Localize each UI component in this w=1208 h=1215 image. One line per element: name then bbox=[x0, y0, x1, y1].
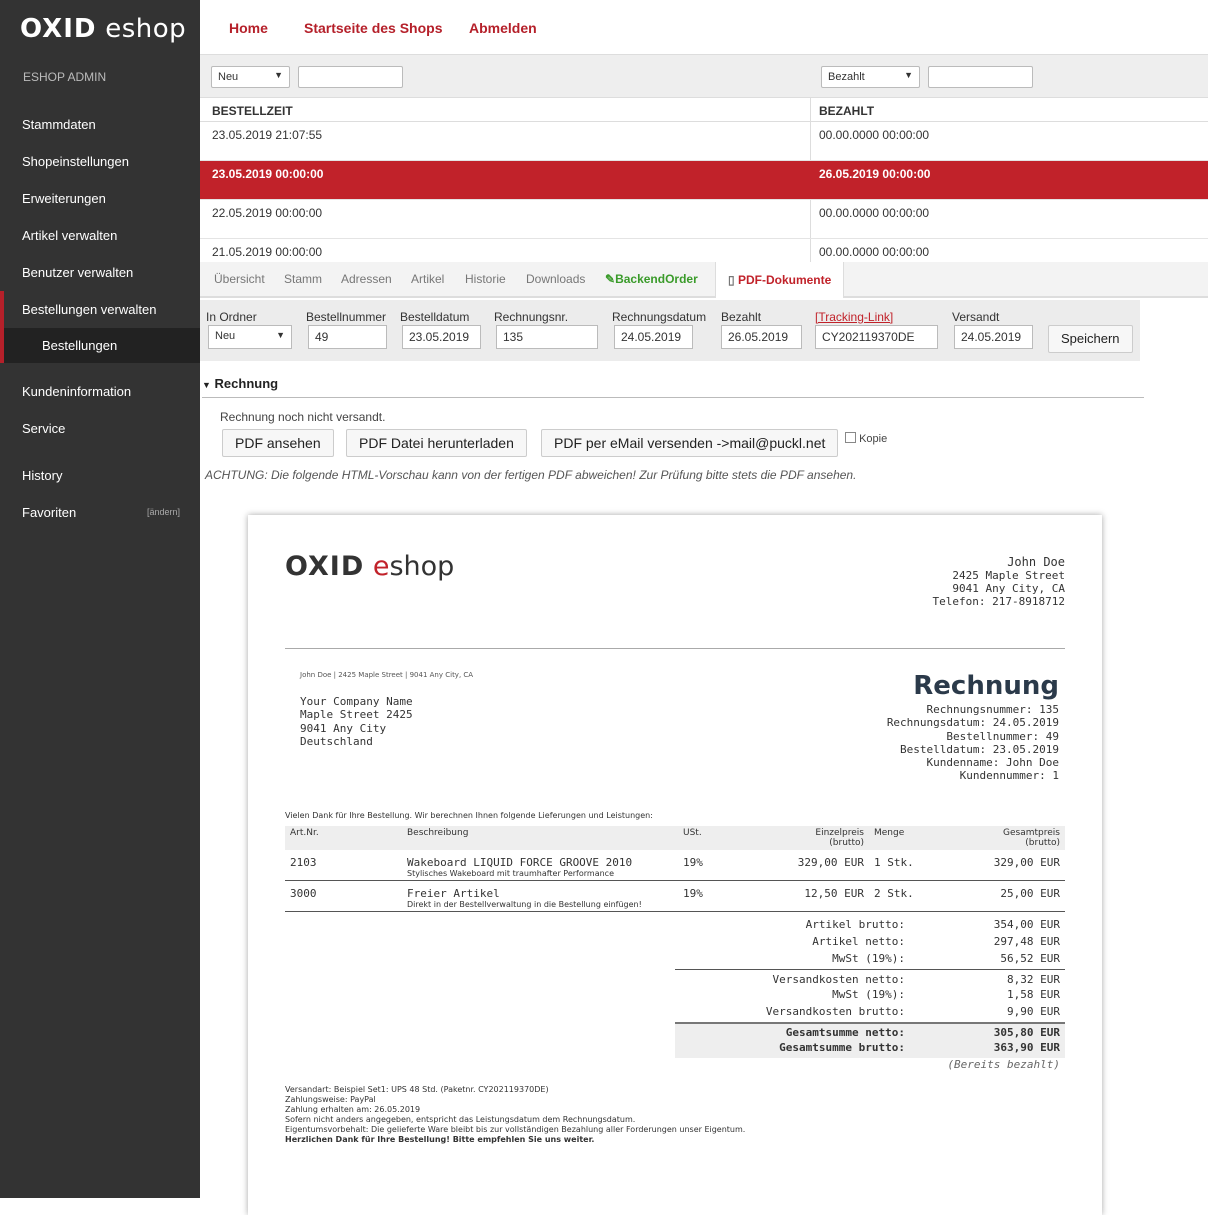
nav-abmelden-link[interactable]: Abmelden bbox=[469, 20, 537, 36]
invoice-totals: Artikel brutto: 354,00 EUR Artikel netto:… bbox=[675, 918, 1065, 1075]
favoriten-label: Favoriten bbox=[22, 505, 77, 520]
sidebar-subitem-bestellungen[interactable]: Bestellungen bbox=[0, 328, 200, 363]
email-pdf-button[interactable]: PDF per eMail versenden ->mail@puckl.net bbox=[541, 429, 839, 457]
invoicedate-field[interactable]: 24.05.2019 bbox=[614, 325, 693, 349]
preview-warning: ACHTUNG: Die folgende HTML-Vorschau kann… bbox=[205, 468, 857, 482]
ordernr-field[interactable]: 49 bbox=[308, 325, 387, 349]
header-divider bbox=[285, 648, 1065, 649]
tab-backendorder[interactable]: ✎BackendOrder bbox=[605, 272, 698, 286]
tab-downloads[interactable]: Downloads bbox=[526, 272, 585, 286]
table-row-selected[interactable]: 23.05.2019 00:00:00 26.05.2019 00:00:00 bbox=[200, 161, 1208, 200]
tab-artikel[interactable]: Artikel bbox=[411, 272, 444, 286]
table-row[interactable]: 21.05.2019 00:00:00 00.00.0000 00:00:00 bbox=[200, 239, 1208, 263]
invoicenr-label: Rechnungsnr. bbox=[494, 310, 569, 324]
invoice-intro: Vielen Dank für Ihre Bestellung. Wir ber… bbox=[285, 811, 653, 820]
tracking-field[interactable]: CY202119370DE bbox=[815, 325, 938, 349]
copy-label: Kopie bbox=[859, 433, 888, 445]
tab-adressen[interactable]: Adressen bbox=[341, 272, 392, 286]
table-row: 3000 Freier Artikel Direkt in der Bestell… bbox=[285, 880, 1065, 912]
th-vat: USt. bbox=[678, 826, 753, 850]
checkbox-icon[interactable] bbox=[845, 432, 856, 443]
invoicenr-field[interactable]: 135 bbox=[496, 325, 598, 349]
order-list: Neu ▼ Bezahlt ▼ BESTELLZEIT BEZAHLT 23.05.… bbox=[200, 55, 1208, 263]
chevron-down-icon: ▼ bbox=[276, 330, 285, 340]
sender-address: John Doe 2425 Maple Street 9041 Any City… bbox=[932, 555, 1065, 608]
tab-stamm[interactable]: Stamm bbox=[284, 272, 322, 286]
table-row: 2103 Wakeboard LIQUID FORCE GROOVE 2010 S… bbox=[285, 850, 1065, 881]
table-row[interactable]: 22.05.2019 00:00:00 00.00.0000 00:00:00 bbox=[200, 200, 1208, 239]
caret-down-icon: ▼ bbox=[202, 380, 211, 390]
paid-filter-input[interactable] bbox=[928, 66, 1033, 88]
orderdate-label: Bestelldatum bbox=[400, 310, 470, 324]
tab-historie[interactable]: Historie bbox=[465, 272, 506, 286]
invoice-footer: Versandart: Beispiel Set1: UPS 48 Std. (… bbox=[285, 1085, 746, 1144]
copy-checkbox[interactable]: Kopie bbox=[845, 432, 887, 445]
rechnung-section-header[interactable]: ▼ Rechnung bbox=[202, 376, 1144, 398]
invoice-meta: Rechnungsnummer: 135 Rechnungsdatum: 24.… bbox=[886, 703, 1059, 783]
sidebar-item-favoriten[interactable]: Favoriten [ändern] bbox=[0, 494, 200, 531]
sidebar-item-history[interactable]: History bbox=[0, 457, 200, 494]
sidebar: OXID eshop ESHOP ADMIN Stammdaten Shopei… bbox=[0, 0, 200, 1198]
paid-filter-select[interactable]: Bezahlt ▼ bbox=[821, 66, 920, 88]
invoice-title: Rechnung bbox=[913, 671, 1059, 701]
download-pdf-button[interactable]: PDF Datei herunterladen bbox=[346, 429, 527, 457]
invoice-items-table: Art.Nr. Beschreibung USt. Einzelpreis (br… bbox=[285, 826, 1065, 912]
top-navigation: Home Startseite des Shops Abmelden bbox=[200, 0, 1208, 55]
sidebar-item-bestellungen-verwalten[interactable]: Bestellungen verwalten bbox=[0, 291, 200, 328]
column-header-orderdate[interactable]: BESTELLZEIT bbox=[212, 104, 293, 118]
favoriten-edit-link[interactable]: [ändern] bbox=[147, 494, 180, 531]
folder-label: In Ordner bbox=[206, 310, 257, 324]
th-qty: Menge bbox=[869, 826, 929, 850]
sidebar-header: ESHOP ADMIN bbox=[23, 70, 107, 84]
sender-line: John Doe | 2425 Maple Street | 9041 Any … bbox=[300, 671, 474, 679]
orderdate-filter-input[interactable] bbox=[298, 66, 403, 88]
detail-tabs: Übersicht Stamm Adressen Artikel Histori… bbox=[200, 262, 1208, 298]
column-header-paid[interactable]: BEZAHLT bbox=[819, 104, 874, 118]
filter-row: Neu ▼ Bezahlt ▼ bbox=[200, 55, 1208, 98]
folder-select[interactable]: Neu ▼ bbox=[208, 325, 292, 349]
sidebar-item-artikel[interactable]: Artikel verwalten bbox=[0, 217, 200, 254]
th-total: Gesamtpreis (brutto) bbox=[929, 826, 1065, 850]
chevron-down-icon: ▼ bbox=[274, 70, 283, 80]
invoicedate-label: Rechnungsdatum bbox=[612, 310, 707, 324]
ordernr-label: Bestellnummer bbox=[306, 310, 387, 324]
pencil-icon: ✎ bbox=[605, 272, 616, 286]
sidebar-item-benutzer[interactable]: Benutzer verwalten bbox=[0, 254, 200, 291]
folder-filter-select[interactable]: Neu ▼ bbox=[211, 66, 290, 88]
sidebar-item-service[interactable]: Service bbox=[0, 410, 200, 447]
paid-label: Bezahlt bbox=[721, 310, 762, 324]
table-row[interactable]: 23.05.2019 21:07:55 00.00.0000 00:00:00 bbox=[200, 122, 1208, 161]
invoice-preview: OXID eshop John Doe 2425 Maple Street 90… bbox=[248, 515, 1102, 1215]
nav-home-link[interactable]: Home bbox=[229, 20, 268, 36]
paid-field[interactable]: 26.05.2019 bbox=[721, 325, 802, 349]
tab-pdf-dokumente[interactable]: ▯ PDF-Dokumente bbox=[715, 262, 845, 298]
sidebar-item-shopeinstellungen[interactable]: Shopeinstellungen bbox=[0, 143, 200, 180]
invoice-status: Rechnung noch nicht versandt. bbox=[220, 410, 386, 424]
sidebar-item-kundeninformation[interactable]: Kundeninformation bbox=[0, 373, 200, 410]
th-desc: Beschreibung bbox=[402, 826, 678, 850]
order-info-form: In Ordner Neu ▼ Bestellnummer 49 Bestelld… bbox=[200, 300, 1140, 361]
recipient-address: Your Company Name Maple Street 2425 9041… bbox=[300, 695, 413, 748]
sent-label: Versandt bbox=[952, 310, 1000, 324]
orderdate-field[interactable]: 23.05.2019 bbox=[402, 325, 481, 349]
oxid-logo[interactable]: OXID eshop bbox=[0, 0, 200, 55]
th-artnr: Art.Nr. bbox=[285, 826, 402, 850]
sidebar-item-erweiterungen[interactable]: Erweiterungen bbox=[0, 180, 200, 217]
th-unit: Einzelpreis (brutto) bbox=[753, 826, 869, 850]
view-pdf-button[interactable]: PDF ansehen bbox=[222, 429, 334, 457]
invoice-logo: OXID eshop bbox=[285, 551, 455, 582]
sidebar-item-stammdaten[interactable]: Stammdaten bbox=[0, 106, 200, 143]
list-header: BESTELLZEIT BEZAHLT bbox=[200, 98, 1208, 122]
sent-field[interactable]: 24.05.2019 bbox=[954, 325, 1033, 349]
pdf-file-icon: ▯ bbox=[728, 273, 735, 287]
tracking-link[interactable]: [Tracking-Link] bbox=[815, 310, 893, 324]
nav-startseite-link[interactable]: Startseite des Shops bbox=[304, 20, 443, 36]
chevron-down-icon: ▼ bbox=[904, 70, 913, 80]
tab-uebersicht[interactable]: Übersicht bbox=[214, 272, 265, 286]
save-button[interactable]: Speichern bbox=[1048, 325, 1133, 353]
